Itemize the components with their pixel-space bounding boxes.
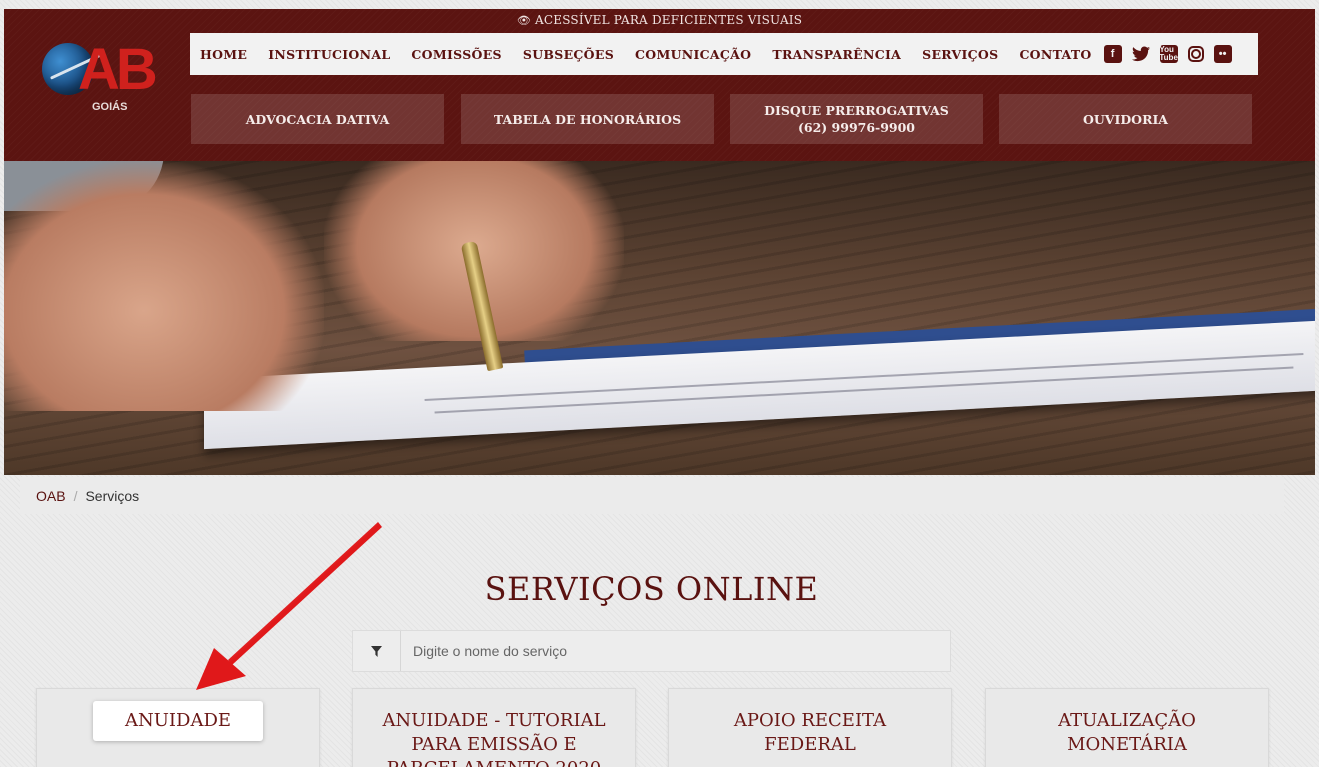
nav-comunicacao[interactable]: COMUNICAÇÃO bbox=[635, 47, 751, 62]
instagram-icon[interactable] bbox=[1187, 46, 1204, 62]
flickr-icon[interactable]: •• bbox=[1213, 45, 1232, 63]
nav-home[interactable]: HOME bbox=[200, 47, 247, 62]
twitter-icon[interactable] bbox=[1131, 45, 1150, 63]
eye-icon: 👁 bbox=[516, 14, 531, 27]
logo-text: AB bbox=[78, 37, 158, 102]
nav-servicos[interactable]: SERVIÇOS bbox=[922, 47, 998, 62]
card-label: ANUIDADE - TUTORIAL PARA EMISSÃO E PARCE… bbox=[382, 710, 606, 767]
youtube-icon[interactable]: You Tube bbox=[1159, 45, 1178, 63]
nav-transparencia[interactable]: TRANSPARÊNCIA bbox=[772, 47, 901, 62]
service-card-anuidade[interactable]: ANUIDADE bbox=[36, 688, 320, 767]
filter-icon bbox=[353, 631, 401, 671]
oab-logo[interactable]: AB GOIÁS bbox=[34, 39, 184, 115]
service-search bbox=[352, 630, 951, 672]
accessibility-link[interactable]: 👁 ACESSÍVEL PARA DEFICIENTES VISUAIS bbox=[4, 13, 1315, 27]
nav-comissoes[interactable]: COMISSÕES bbox=[411, 47, 501, 62]
card-label: ANUIDADE bbox=[92, 701, 264, 741]
nav-institucional[interactable]: INSTITUCIONAL bbox=[268, 47, 390, 62]
page-title: SERVIÇOS ONLINE bbox=[484, 570, 819, 608]
quick-link-ouvidoria[interactable]: OUVIDORIA bbox=[999, 94, 1252, 144]
site-header: 👁 ACESSÍVEL PARA DEFICIENTES VISUAIS AB G… bbox=[4, 9, 1315, 161]
facebook-icon[interactable]: f bbox=[1103, 45, 1122, 63]
quick-link-tabela-honorarios[interactable]: TABELA DE HONORÁRIOS bbox=[461, 94, 714, 144]
social-links: f You Tube •• bbox=[1103, 45, 1232, 63]
service-card-apoio-receita[interactable]: APOIO RECEITA FEDERAL bbox=[668, 688, 952, 767]
quick-link-disque-prerrogativas[interactable]: DISQUE PRERROGATIVAS (62) 99976-9900 bbox=[730, 94, 983, 144]
hero-banner-image bbox=[4, 161, 1315, 475]
quick-link-advocacia-dativa[interactable]: ADVOCACIA DATIVA bbox=[191, 94, 444, 144]
nav-subsecoes[interactable]: SUBSEÇÕES bbox=[523, 47, 614, 62]
breadcrumb-current: Serviços bbox=[85, 487, 140, 504]
breadcrumb-home[interactable]: OAB bbox=[36, 488, 66, 504]
nav-contato[interactable]: CONTATO bbox=[1019, 47, 1091, 62]
service-card-anuidade-tutorial[interactable]: ANUIDADE - TUTORIAL PARA EMISSÃO E PARCE… bbox=[352, 688, 636, 767]
service-card-atualizacao-monetaria[interactable]: ATUALIZAÇÃO MONETÁRIA bbox=[985, 688, 1269, 767]
main-nav: HOME INSTITUCIONAL COMISSÕES SUBSEÇÕES C… bbox=[190, 33, 1258, 75]
card-label: ATUALIZAÇÃO MONETÁRIA bbox=[1058, 710, 1196, 755]
breadcrumb: OAB / Serviços bbox=[20, 477, 1284, 514]
logo-subtitle: GOIÁS bbox=[92, 101, 128, 113]
breadcrumb-separator: / bbox=[73, 487, 78, 504]
search-input[interactable] bbox=[401, 631, 950, 671]
card-label: APOIO RECEITA FEDERAL bbox=[733, 710, 887, 755]
